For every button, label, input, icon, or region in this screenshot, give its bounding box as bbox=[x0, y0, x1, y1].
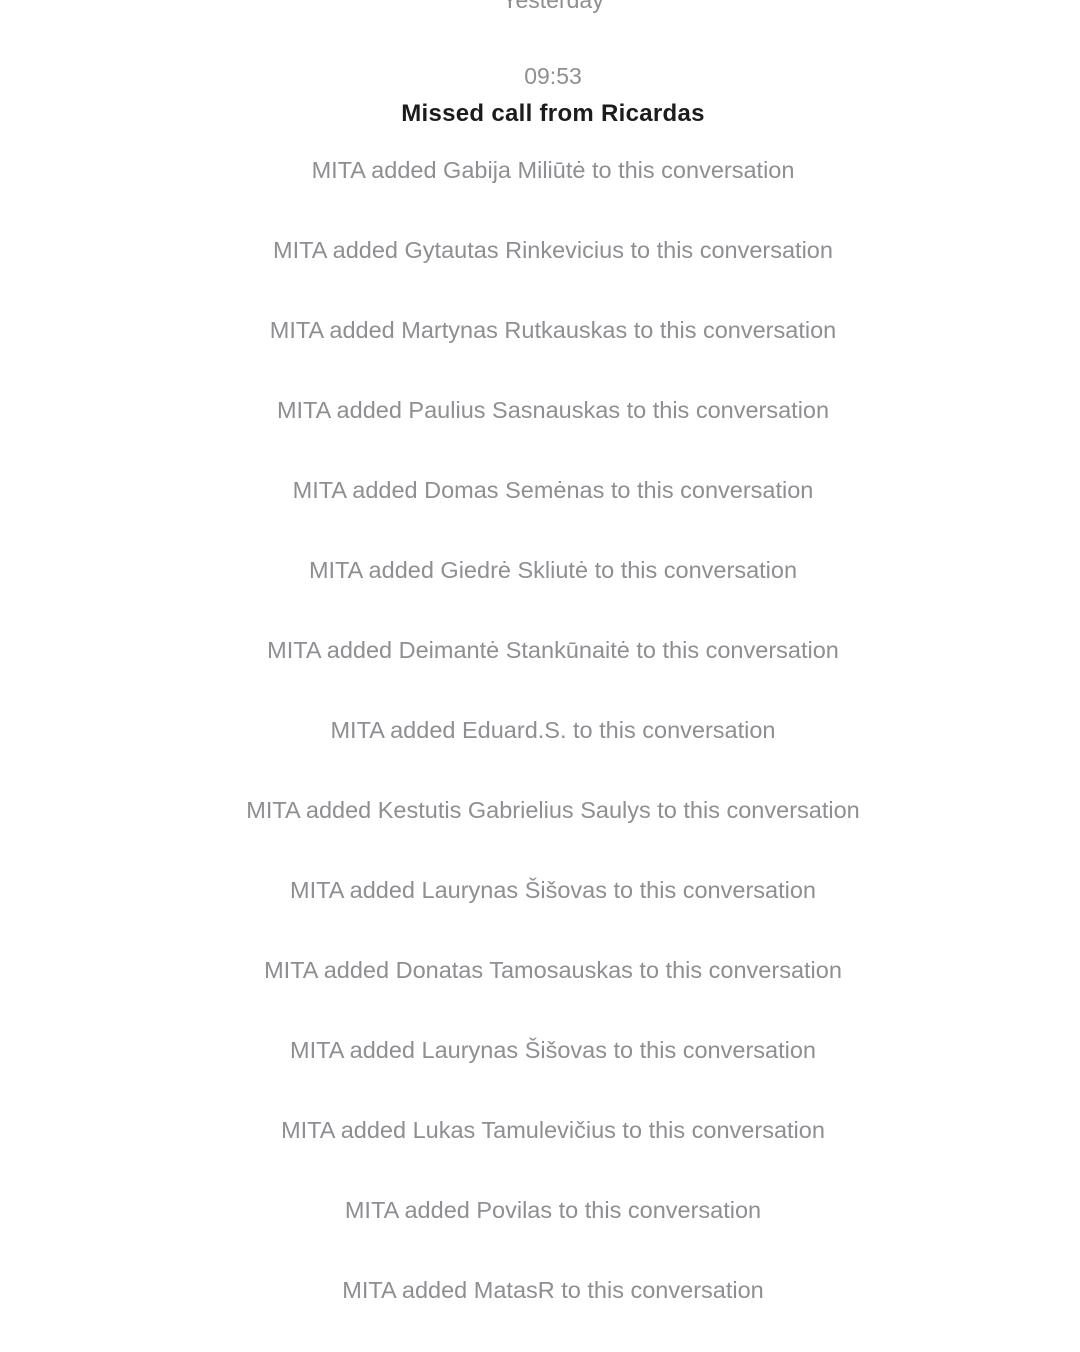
system-event: MITA added Kestutis Gabrielius Saulys to… bbox=[246, 797, 860, 823]
system-event: MITA added Gabija Miliūtė to this conver… bbox=[311, 157, 795, 183]
system-event: MITA added Paulius Sasnauskas to this co… bbox=[276, 397, 830, 423]
system-event: MITA added Deimantė Stankūnaitė to this … bbox=[267, 637, 839, 663]
conversation-timeline: Yesterday 09:53 Missed call from Ricarda… bbox=[0, 0, 1080, 1352]
system-event: MITA added Domas Semėnas to this convers… bbox=[292, 477, 814, 503]
message-timestamp: 09:53 bbox=[524, 63, 582, 89]
system-event: MITA added Lukas Tamulevičius to this co… bbox=[281, 1117, 825, 1143]
system-event: MITA added Martynas Rutkauskas to this c… bbox=[269, 317, 837, 343]
system-event: MITA added MatasR to this conversation bbox=[342, 1277, 764, 1303]
system-event: MITA added Gytautas Rinkevicius to this … bbox=[273, 237, 833, 263]
system-event: MITA added Laurynas Šišovas to this conv… bbox=[290, 1037, 816, 1063]
day-separator: Yesterday bbox=[502, 0, 604, 13]
system-event-list: MITA added Gabija Miliūtė to this conver… bbox=[0, 153, 1080, 1352]
system-event: MITA added Povilas to this conversation bbox=[344, 1197, 762, 1223]
system-event: MITA added Eduard.S. to this conversatio… bbox=[330, 717, 776, 743]
system-event: MITA added Laurynas Šišovas to this conv… bbox=[290, 877, 816, 903]
system-event: MITA added Giedrė Skliutė to this conver… bbox=[308, 557, 798, 583]
system-event: MITA added Donatas Tamosauskas to this c… bbox=[264, 957, 842, 983]
missed-call-notice[interactable]: Missed call from Ricardas bbox=[0, 98, 1080, 130]
